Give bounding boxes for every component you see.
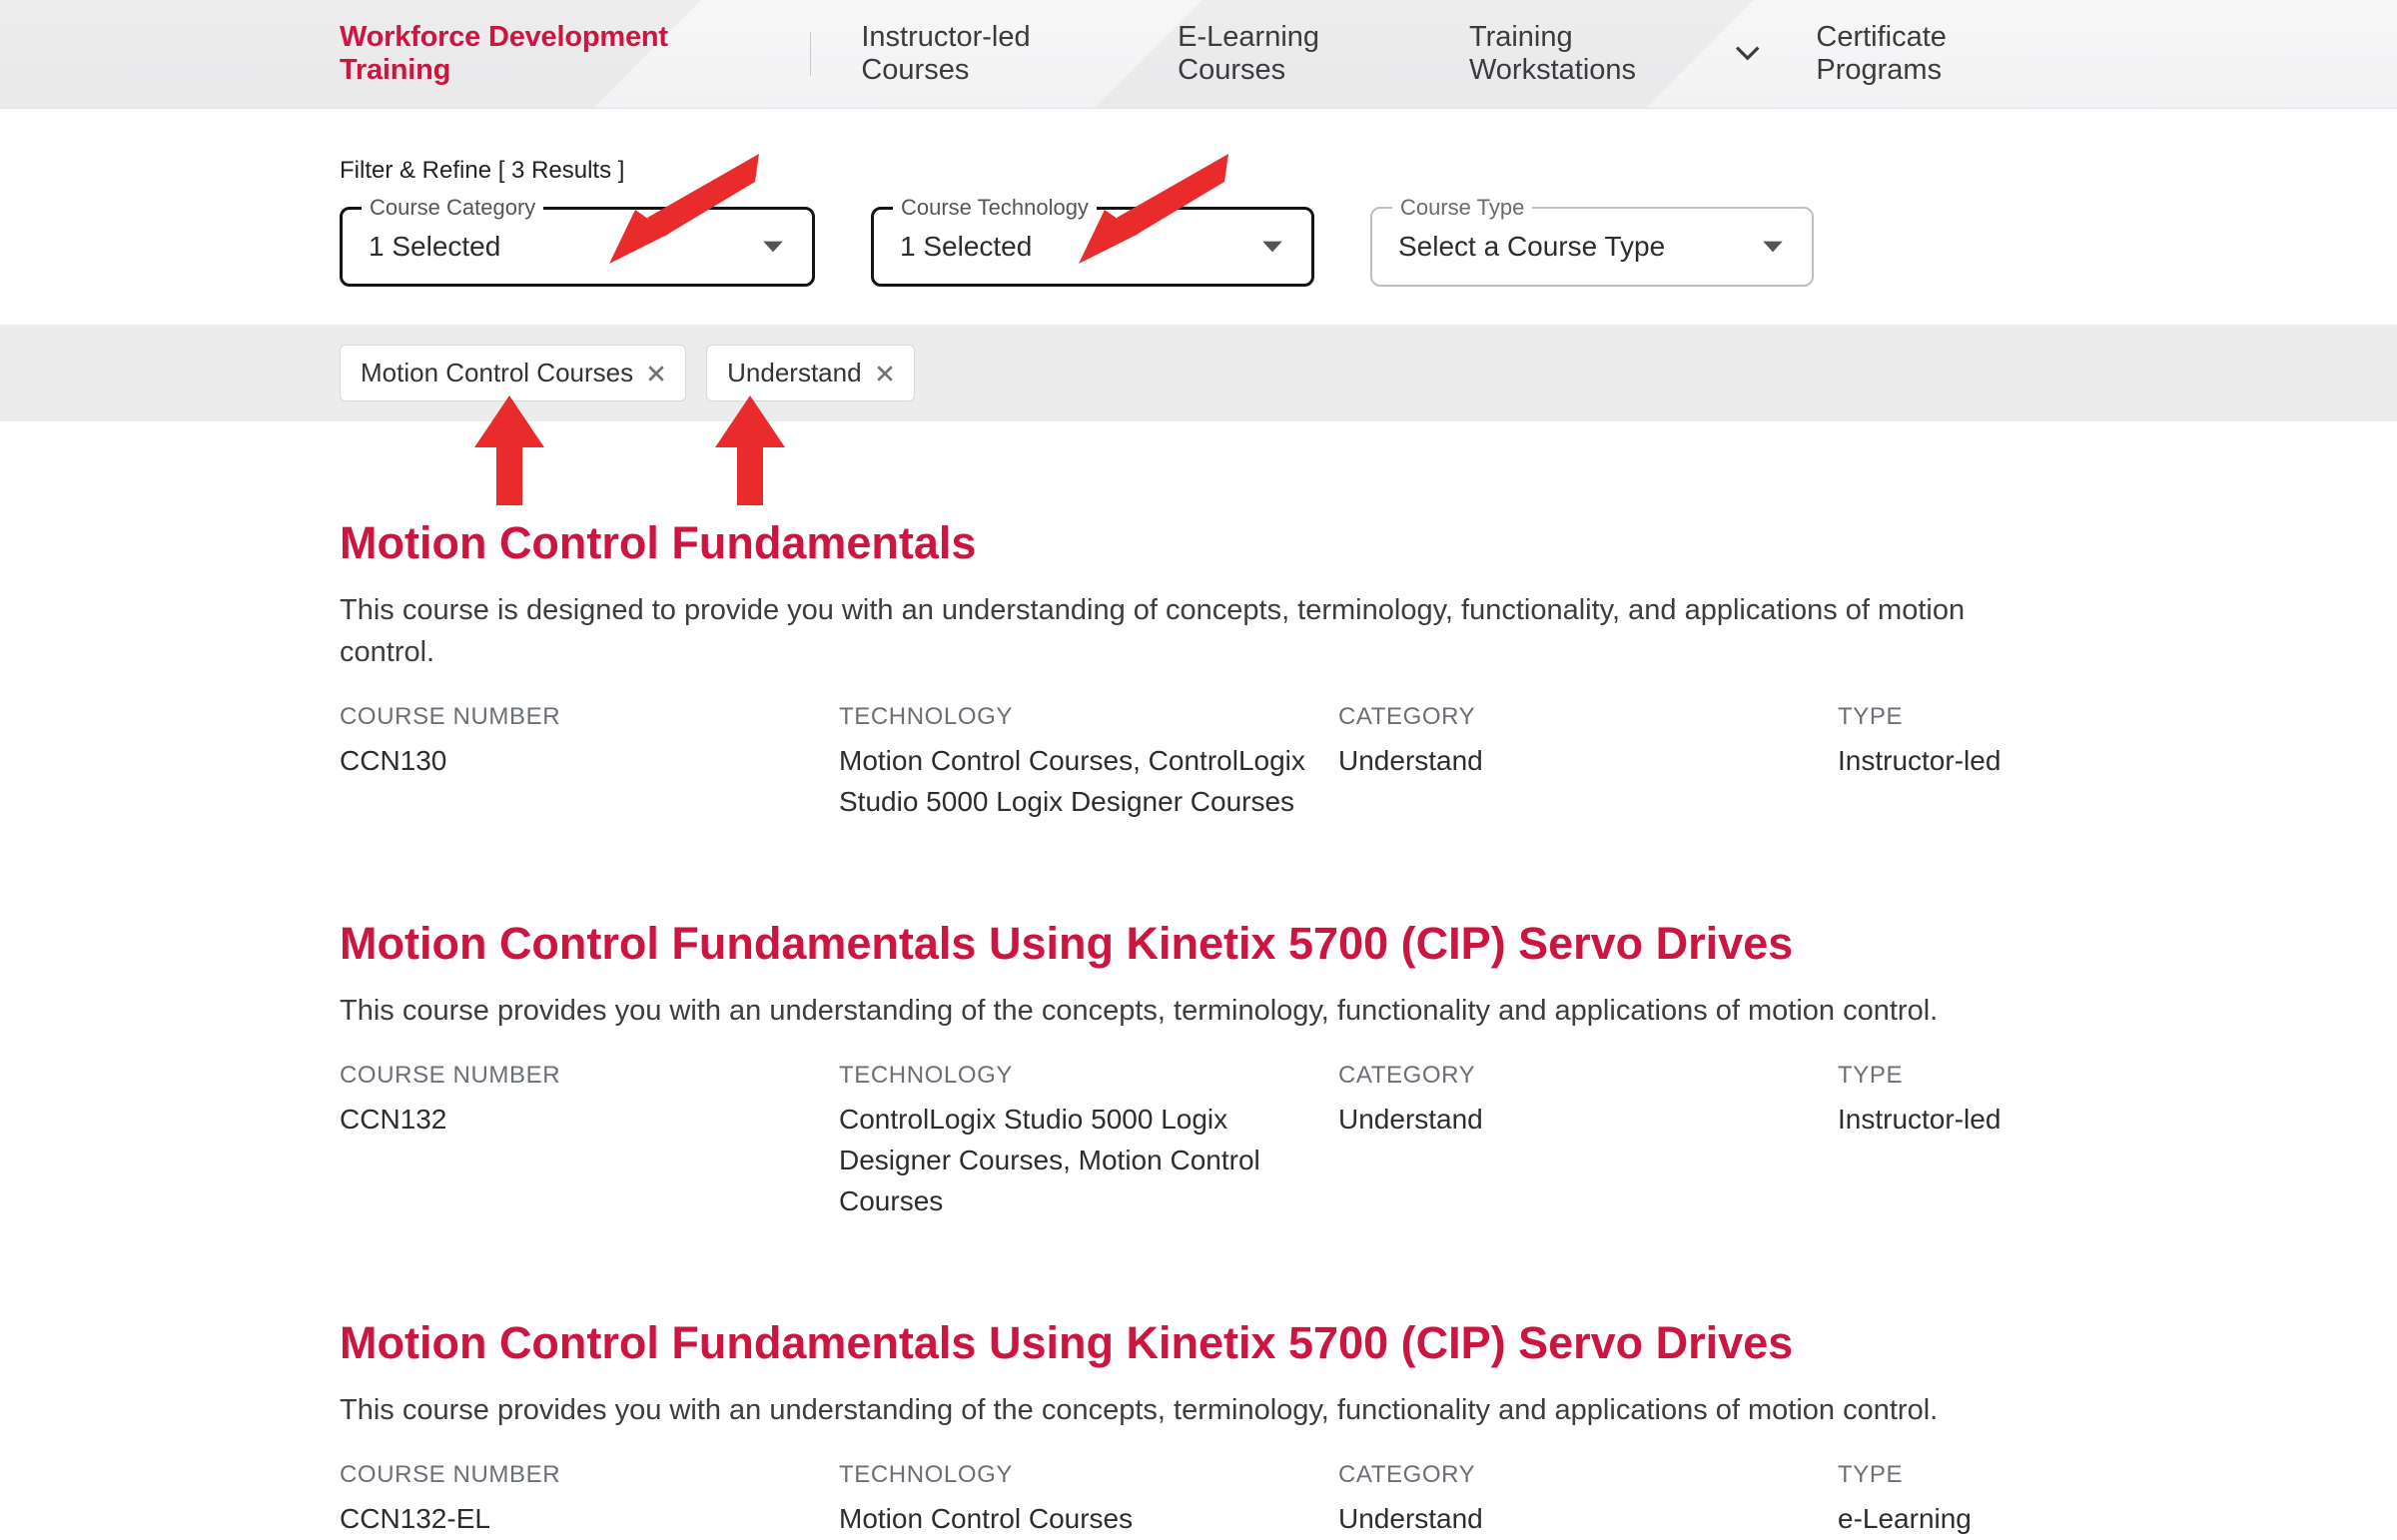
meta-header-category: CATEGORY	[1338, 1461, 1838, 1489]
close-icon	[876, 365, 894, 383]
nav-item-label: Certificate Programs	[1816, 21, 2057, 87]
filter-field: Course Type Select a Course Type	[1370, 207, 1814, 287]
course-meta: COURSE NUMBER CCN132 TECHNOLOGY ControlL…	[340, 1062, 2057, 1221]
course-title: Motion Control Fundamentals Using Kineti…	[340, 1317, 2057, 1369]
meta-value-type: Instructor-led	[1838, 741, 2057, 782]
meta-value-technology: Motion Control Courses, ControlLogix Stu…	[839, 741, 1338, 822]
course-result: Motion Control Fundamentals Using Kineti…	[340, 918, 2057, 1221]
nav-brand[interactable]: Workforce Development Training	[340, 21, 748, 87]
course-meta: COURSE NUMBER CCN132-EL TECHNOLOGY Motio…	[340, 1461, 2057, 1540]
meta-header-type: TYPE	[1838, 1062, 2057, 1090]
course-title: Motion Control Fundamentals	[340, 517, 2057, 569]
meta-value-number: CCN132	[340, 1100, 839, 1141]
course-title-link[interactable]: Motion Control Fundamentals Using Kineti…	[340, 1317, 1793, 1368]
filter-label: Course Technology	[893, 195, 1097, 221]
nav-item-label: Instructor-led Courses	[861, 21, 1122, 87]
course-title-link[interactable]: Motion Control Fundamentals	[340, 517, 976, 568]
course-description: This course provides you with an underst…	[340, 990, 2057, 1032]
top-nav: Workforce Development Training Instructo…	[0, 0, 2397, 109]
caret-down-icon	[760, 238, 786, 256]
meta-header-type: TYPE	[1838, 703, 2057, 731]
meta-value-type: Instructor-led	[1838, 1100, 2057, 1141]
filter-value: 1 Selected	[900, 231, 1032, 263]
meta-header-technology: TECHNOLOGY	[839, 1062, 1338, 1090]
close-icon	[647, 365, 665, 383]
nav-item[interactable]: Instructor-led Courses	[861, 21, 1122, 87]
meta-value-technology: Motion Control Courses	[839, 1499, 1338, 1540]
meta-value-type: e-Learning	[1838, 1499, 2057, 1540]
course-title: Motion Control Fundamentals Using Kineti…	[340, 918, 2057, 970]
meta-header-number: COURSE NUMBER	[340, 1062, 839, 1090]
chevron-down-icon	[1735, 45, 1761, 63]
meta-value-number: CCN132-EL	[340, 1499, 839, 1540]
course-title-link[interactable]: Motion Control Fundamentals Using Kineti…	[340, 918, 1793, 969]
filter-value: Select a Course Type	[1398, 231, 1665, 263]
caret-down-icon	[1760, 238, 1786, 256]
meta-header-technology: TECHNOLOGY	[839, 1461, 1338, 1489]
chip-label: Understand	[727, 358, 861, 388]
course-meta: COURSE NUMBER CCN130 TECHNOLOGY Motion C…	[340, 703, 2057, 822]
course-result: Motion Control Fundamentals Using Kineti…	[340, 1317, 2057, 1540]
meta-header-number: COURSE NUMBER	[340, 1461, 839, 1489]
filter-label: Course Type	[1392, 195, 1532, 221]
meta-value-category: Understand	[1338, 1499, 1838, 1540]
meta-header-type: TYPE	[1838, 1461, 2057, 1489]
nav-item-label: E-Learning Courses	[1178, 21, 1413, 87]
filter-value: 1 Selected	[369, 231, 500, 263]
caret-down-icon	[1259, 238, 1285, 256]
nav-item[interactable]: E-Learning Courses	[1178, 21, 1413, 87]
chip-label: Motion Control Courses	[361, 358, 633, 388]
meta-header-category: CATEGORY	[1338, 703, 1838, 731]
course-result: Motion Control Fundamentals This course …	[340, 517, 2057, 822]
meta-header-number: COURSE NUMBER	[340, 703, 839, 731]
nav-item[interactable]: Certificate Programs	[1816, 21, 2057, 87]
filter-chip[interactable]: Motion Control Courses	[340, 345, 686, 401]
nav-item[interactable]: Training Workstations	[1469, 21, 1760, 87]
meta-header-technology: TECHNOLOGY	[839, 703, 1338, 731]
filter-header: Filter & Refine [ 3 Results ]	[340, 157, 2057, 185]
nav-divider	[810, 32, 811, 76]
filter-row: Course Category 1 Selected Course Techno…	[340, 207, 2057, 287]
filter-field: Course Technology 1 Selected	[871, 207, 1314, 287]
meta-value-number: CCN130	[340, 741, 839, 782]
filter-field: Course Category 1 Selected	[340, 207, 815, 287]
active-filters-bar: Motion Control Courses Understand	[0, 325, 2397, 421]
course-description: This course provides you with an underst…	[340, 1389, 2057, 1431]
meta-value-category: Understand	[1338, 741, 1838, 782]
meta-value-category: Understand	[1338, 1100, 1838, 1141]
filter-chip[interactable]: Understand	[706, 345, 914, 401]
course-description: This course is designed to provide you w…	[340, 589, 2057, 673]
meta-value-technology: ControlLogix Studio 5000 Logix Designer …	[839, 1100, 1338, 1221]
meta-header-category: CATEGORY	[1338, 1062, 1838, 1090]
filter-label: Course Category	[362, 195, 543, 221]
nav-item-label: Training Workstations	[1469, 21, 1723, 87]
